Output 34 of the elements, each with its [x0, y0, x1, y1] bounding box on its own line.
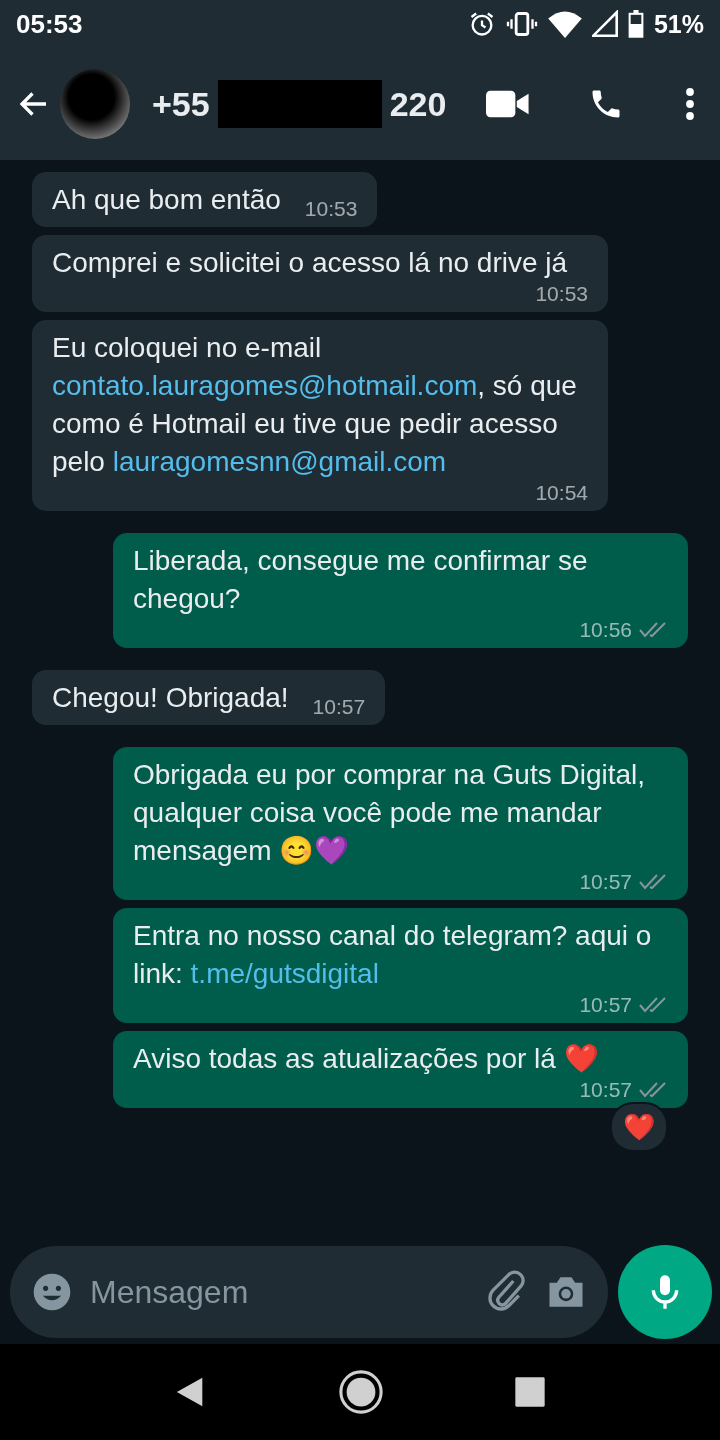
message-time: 10:54	[535, 481, 588, 505]
recents-nav-icon[interactable]	[514, 1376, 546, 1408]
message-input[interactable]: Mensagem	[10, 1246, 608, 1338]
message-link[interactable]: t.me/gutsdigital	[190, 958, 379, 989]
battery-icon	[627, 10, 644, 38]
message-text: Comprei e solicitei o acesso lá no drive já	[52, 246, 568, 280]
message-placeholder: Mensagem	[90, 1273, 250, 1311]
status-time: 05:53	[16, 8, 83, 40]
message-time: 10:57	[579, 993, 632, 1017]
message-text: Aviso todas as atualizações por lá ❤	[133, 1042, 599, 1076]
home-nav-icon[interactable]	[338, 1369, 384, 1415]
battery-percent: 51%	[653, 9, 704, 39]
contact-name-end[interactable]: 220	[389, 84, 447, 124]
message-time: 10:56	[579, 618, 632, 642]
message-time: 10:53	[535, 282, 588, 306]
signal-icon	[591, 10, 618, 38]
message-text: Chegou! Obrigada!	[52, 681, 289, 715]
video-call-icon[interactable]	[486, 89, 530, 119]
message-link[interactable]: contato.lauragomes@hotmail.com	[52, 370, 478, 401]
message-text: Liberada, consegue me confirmar se chegou?	[133, 544, 589, 616]
message-time: 10:57	[579, 1078, 632, 1102]
vibrate-icon	[505, 10, 538, 38]
message-time: 10:57	[312, 695, 366, 719]
wifi-icon	[547, 10, 582, 38]
message-text: Ah que bom então	[52, 183, 281, 217]
message-link[interactable]: lauragomesnn@gmail.com	[112, 446, 447, 477]
message-text: Entra no nosso canal do telegram? aqui o link: t.me/gutsdigital	[133, 919, 653, 991]
message-text: Eu coloquei no e-mail contato.lauragomes@hotmail.com, só que como é Hotmail eu tive que pedir acesso pelo lauragomesnn@gmail.com	[52, 331, 578, 479]
message-time: 10:53	[304, 197, 358, 221]
message-time: 10:57	[579, 870, 632, 894]
contact-name-start[interactable]: +55	[152, 84, 210, 124]
message-text: Obrigada eu por comprar na Guts Digital, qualquer coisa você pode me mandar mensagem 😊💜	[133, 758, 647, 868]
more-options-icon[interactable]	[684, 86, 696, 122]
reaction-badge[interactable]: ❤	[610, 1102, 668, 1152]
